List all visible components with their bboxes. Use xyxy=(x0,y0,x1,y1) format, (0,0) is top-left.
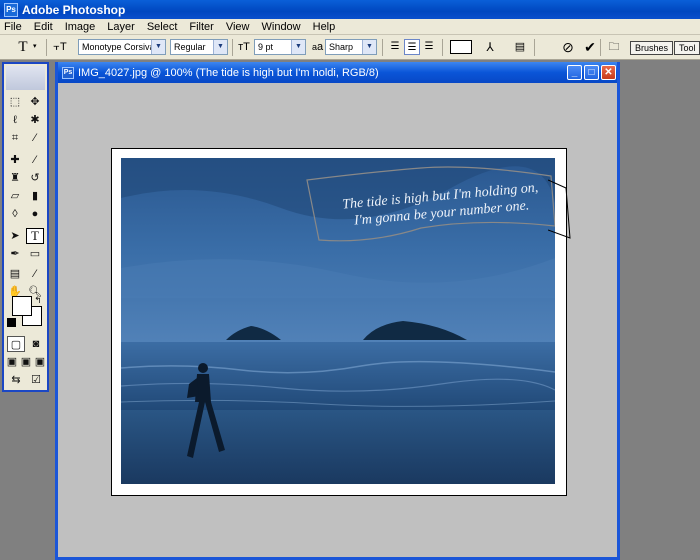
warp-handle-outline xyxy=(548,179,571,239)
screen-mode-full-menu-icon[interactable]: ▣ xyxy=(19,354,33,370)
align-left-icon[interactable]: ☰ xyxy=(388,39,402,55)
screen-mode-standard-icon[interactable]: ▣ xyxy=(5,354,19,370)
standard-mode-icon[interactable]: ▢ xyxy=(7,336,25,352)
app-titlebar: Ps Adobe Photoshop xyxy=(0,0,700,19)
document-title: IMG_4027.jpg @ 100% (The tide is high bu… xyxy=(78,66,379,79)
menu-file[interactable]: File xyxy=(4,21,22,33)
align-right-icon[interactable]: ☰ xyxy=(422,39,436,55)
gradient-icon[interactable]: ▮ xyxy=(26,188,44,204)
menu-image[interactable]: Image xyxy=(65,21,96,33)
screen-mode-full-icon[interactable]: ▣ xyxy=(33,354,47,370)
menu-window[interactable]: Window xyxy=(262,21,301,33)
document-icon: Ps xyxy=(62,66,74,79)
close-button[interactable]: ✕ xyxy=(601,65,616,80)
type-icon[interactable]: T xyxy=(26,228,44,244)
foreground-color-swatch[interactable] xyxy=(12,296,32,316)
document-titlebar[interactable]: Ps IMG_4027.jpg @ 100% (The tide is high… xyxy=(58,62,617,83)
eyedropper-icon[interactable]: ⁄ xyxy=(26,266,44,282)
history-brush-icon[interactable]: ↺ xyxy=(26,170,44,186)
commit-check-icon[interactable]: ✔ xyxy=(582,39,598,55)
path-select-icon[interactable]: ➤ xyxy=(6,228,24,244)
slice-icon[interactable]: ⁄ xyxy=(26,130,44,146)
jump-to-imageready-icon[interactable]: ⇆ xyxy=(7,372,25,388)
antialias-select[interactable]: Sharp ▼ xyxy=(325,39,377,55)
file-browser-icon[interactable]: 🗀 xyxy=(606,39,622,55)
minimize-button[interactable]: _ xyxy=(567,65,582,80)
lasso-icon[interactable]: ℓ xyxy=(6,112,24,128)
font-style-select[interactable]: Regular ▼ xyxy=(170,39,228,55)
pen-icon[interactable]: ✒ xyxy=(6,246,24,262)
menu-help[interactable]: Help xyxy=(313,21,336,33)
warp-text-icon[interactable]: ⅄ xyxy=(483,39,497,55)
move-icon[interactable]: ✥ xyxy=(26,94,44,110)
notes-icon[interactable]: ▤ xyxy=(6,266,24,282)
chevron-down-icon: ▼ xyxy=(291,40,305,54)
eraser-icon[interactable]: ▱ xyxy=(6,188,24,204)
default-colors-icon[interactable] xyxy=(7,318,16,327)
menu-edit[interactable]: Edit xyxy=(34,21,53,33)
canvas[interactable]: The tide is high but I'm holding on, I'm… xyxy=(111,148,567,496)
magic-wand-icon[interactable]: ✱ xyxy=(26,112,44,128)
options-bar: T ▾ ⫟T Monotype Corsiva ▼ Regular ▼ ᴛT 9… xyxy=(0,35,700,60)
dodge-icon[interactable]: ● xyxy=(26,206,44,222)
document-window[interactable]: Ps IMG_4027.jpg @ 100% (The tide is high… xyxy=(55,62,620,560)
menu-filter[interactable]: Filter xyxy=(189,21,213,33)
tab-brushes[interactable]: Brushes xyxy=(630,41,674,55)
swap-colors-icon[interactable]: ↰ xyxy=(32,292,44,308)
palettes-icon[interactable]: ▤ xyxy=(513,39,527,55)
chevron-down-icon: ▼ xyxy=(151,40,165,54)
blur-icon[interactable]: ◊ xyxy=(6,206,24,222)
crop-icon[interactable]: ⌗ xyxy=(6,130,24,146)
checkbox-edit-icon[interactable]: ☑ xyxy=(27,372,45,388)
type-tool-preset-icon[interactable]: T xyxy=(14,39,32,55)
menu-layer[interactable]: Layer xyxy=(107,21,135,33)
menu-select[interactable]: Select xyxy=(147,21,178,33)
brush-icon[interactable]: ⁄ xyxy=(26,152,44,168)
preset-dropdown-arrow-icon[interactable]: ▾ xyxy=(33,39,41,55)
photoshop-logo-icon: Ps xyxy=(4,2,18,17)
maximize-button[interactable]: □ xyxy=(584,65,599,80)
right-workspace xyxy=(620,62,700,560)
font-size-select[interactable]: 9 pt ▼ xyxy=(254,39,306,55)
stamp-icon[interactable]: ♜ xyxy=(6,170,24,186)
healing-icon[interactable]: ✚ xyxy=(6,152,24,168)
chevron-down-icon: ▼ xyxy=(362,40,376,54)
menu-view[interactable]: View xyxy=(226,21,250,33)
font-family-select[interactable]: Monotype Corsiva ▼ xyxy=(78,39,166,55)
align-center-icon[interactable]: ☰ xyxy=(404,39,420,55)
text-color-swatch[interactable] xyxy=(450,40,472,54)
marquee-icon[interactable]: ⬚ xyxy=(6,94,24,110)
quick-mask-mode-icon[interactable]: ◙ xyxy=(27,336,45,352)
app-title: Adobe Photoshop xyxy=(22,2,126,17)
antialias-icon: aa xyxy=(312,41,324,53)
toolbox-palette: ⬚ ✥ ℓ ✱ ⌗ ⁄ ✚ ⁄ ♜ ↺ ▱ ▮ ◊ ● ➤ T ✒ ▭ ▤ ⁄ … xyxy=(2,62,49,392)
menu-bar: File Edit Image Layer Select Filter View… xyxy=(0,19,700,35)
feather-logo-icon[interactable] xyxy=(6,66,45,90)
font-size-icon: ᴛT xyxy=(238,41,250,53)
photo-image[interactable]: The tide is high but I'm holding on, I'm… xyxy=(121,158,555,484)
tab-tool-presets[interactable]: Tool P xyxy=(674,41,700,55)
text-orientation-icon[interactable]: ⫟T xyxy=(52,39,68,55)
cancel-icon[interactable]: ⊘ xyxy=(560,39,576,55)
chevron-down-icon: ▼ xyxy=(213,40,227,54)
shape-icon[interactable]: ▭ xyxy=(26,246,44,262)
